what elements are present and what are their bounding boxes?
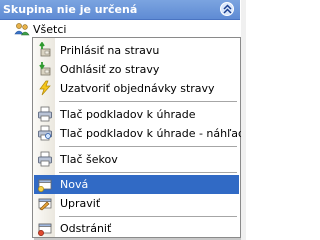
menu-item-label: Tlač šekov — [60, 153, 118, 166]
tree-item-label: Všetci — [33, 23, 67, 36]
menu-item-label: Nová — [60, 178, 89, 191]
menu-item-label: Odstrániť — [60, 222, 112, 235]
menu-item-logout-meal[interactable]: Odhlásiť zo stravy — [34, 60, 239, 79]
panel-title: Skupina nie je určená — [3, 3, 138, 16]
menu-item-close-orders[interactable]: Uzatvoriť objednávky stravy — [34, 79, 239, 98]
group-panel: Skupina nie je určená Všetci Prihlásiť n… — [0, 0, 246, 240]
menu-item-delete[interactable]: Odstrániť — [34, 219, 239, 238]
tree-item-all[interactable]: Všetci — [0, 20, 240, 38]
new-record-icon — [38, 179, 52, 192]
menu-item-print-payment[interactable]: Tlač podkladov k úhrade — [34, 105, 239, 124]
printer-icon — [38, 151, 52, 167]
chevron-up-icon — [223, 4, 232, 14]
login-meal-icon — [39, 42, 51, 57]
menu-item-print-checks[interactable]: Tlač šekov — [34, 150, 239, 169]
menu-item-label: Upraviť — [60, 197, 101, 210]
menu-separator — [59, 101, 237, 102]
menu-item-label: Prihlásiť na stravu — [60, 44, 160, 57]
panel-header: Skupina nie je určená — [0, 0, 240, 20]
menu-item-label: Uzatvoriť objednávky stravy — [60, 82, 215, 95]
lightning-icon — [39, 80, 51, 96]
print-preview-icon — [38, 125, 52, 141]
delete-record-icon — [38, 223, 52, 236]
menu-separator — [59, 172, 237, 173]
menu-item-label: Tlač podkladov k úhrade — [60, 108, 196, 121]
context-menu: Prihlásiť na stravu Odhlásiť zo stravy U… — [32, 37, 245, 238]
menu-separator — [59, 146, 237, 147]
menu-item-label: Odhlásiť zo stravy — [60, 63, 160, 76]
panel-scrollbar[interactable] — [241, 0, 246, 240]
edit-record-icon — [38, 198, 52, 211]
menu-item-print-payment-preview[interactable]: Tlač podkladov k úhrade - náhľad — [34, 124, 245, 143]
menu-item-login-meal[interactable]: Prihlásiť na stravu — [34, 41, 239, 60]
menu-item-label: Tlač podkladov k úhrade - náhľad — [60, 127, 245, 140]
collapse-button[interactable] — [220, 2, 234, 16]
menu-item-new[interactable]: Nová — [34, 175, 239, 194]
logout-meal-icon — [39, 62, 51, 76]
menu-separator — [59, 216, 237, 217]
printer-icon — [38, 106, 52, 122]
menu-item-edit[interactable]: Upraviť — [34, 194, 239, 213]
users-icon — [14, 23, 30, 36]
